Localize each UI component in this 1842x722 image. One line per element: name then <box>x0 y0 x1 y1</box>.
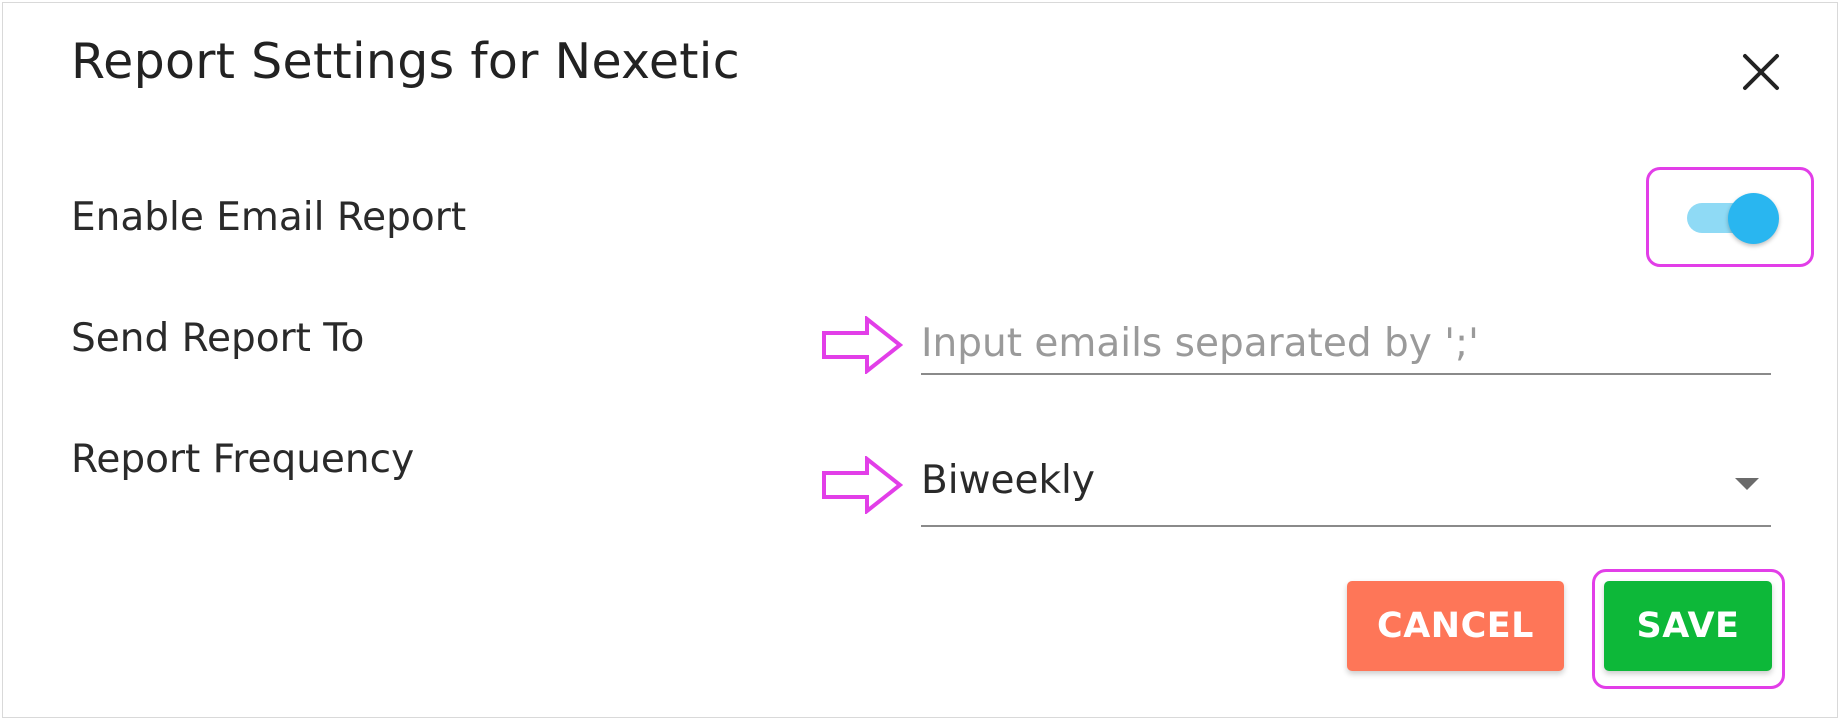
chevron-down-icon[interactable] <box>1735 478 1759 490</box>
report-settings-dialog: Report Settings for Nexetic Enable Email… <box>2 2 1838 718</box>
send-report-to-label: Send Report To <box>71 316 365 361</box>
outline-right-arrow-icon <box>822 456 903 514</box>
outline-right-arrow-icon <box>822 316 903 374</box>
toggle-highlight-annotation <box>1646 167 1814 267</box>
close-icon[interactable] <box>1737 48 1785 96</box>
report-frequency-label: Report Frequency <box>71 437 415 482</box>
toggle-knob[interactable] <box>1728 193 1779 244</box>
dialog-title: Report Settings for Nexetic <box>71 33 740 90</box>
report-frequency-value: Biweekly <box>921 458 1095 503</box>
send-report-to-field <box>921 313 1771 375</box>
save-button[interactable]: SAVE <box>1604 581 1772 671</box>
enable-email-report-label: Enable Email Report <box>71 195 467 240</box>
cancel-button[interactable]: CANCEL <box>1347 581 1564 671</box>
email-recipients-input[interactable] <box>921 313 1771 373</box>
report-frequency-select[interactable]: Biweekly <box>921 458 1771 527</box>
